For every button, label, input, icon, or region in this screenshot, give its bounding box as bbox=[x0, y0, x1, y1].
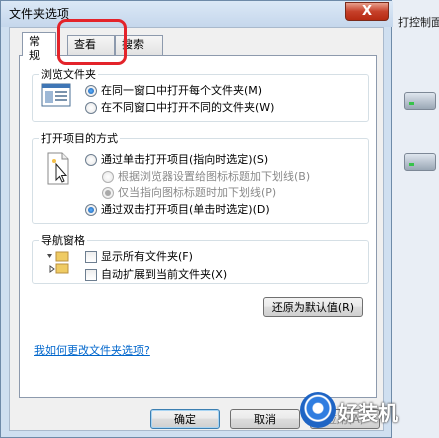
title-bar: 文件夹选项 X bbox=[1, 1, 393, 27]
checkbox-show-all-folders[interactable]: 显示所有文件夹(F) bbox=[85, 250, 193, 263]
navigation-pane-legend: 导航窗格 bbox=[41, 234, 85, 247]
radio-button[interactable] bbox=[85, 101, 97, 114]
close-button[interactable]: X bbox=[345, 2, 389, 21]
radio-same-window-label: 在同一窗口中打开每个文件夹(M) bbox=[101, 84, 263, 97]
checkbox-auto-expand[interactable]: 自动扩展到当前文件夹(X) bbox=[85, 268, 227, 281]
watermark-text: 好装机 bbox=[338, 401, 398, 425]
drive-icon bbox=[404, 153, 436, 171]
radio-single-click[interactable]: 通过单击打开项目(指向时选定)(S) bbox=[85, 153, 268, 166]
radio-different-window[interactable]: 在不同窗口中打开不同的文件夹(W) bbox=[85, 101, 274, 114]
radio-button[interactable] bbox=[85, 153, 97, 166]
restore-defaults-button[interactable]: 还原为默认值(R) bbox=[263, 297, 363, 317]
tab-search[interactable]: 搜索 bbox=[115, 35, 163, 55]
radio-button-selected[interactable] bbox=[85, 203, 97, 216]
drive-icon bbox=[404, 92, 436, 110]
tree-folder-icon bbox=[47, 250, 75, 278]
ok-button[interactable]: 确定 bbox=[150, 409, 220, 429]
background-explorer-window bbox=[392, 0, 439, 438]
radio-button-disabled[interactable] bbox=[102, 170, 114, 183]
checkbox[interactable] bbox=[85, 250, 97, 263]
radio-button-selected[interactable] bbox=[85, 84, 97, 97]
checkbox[interactable] bbox=[85, 268, 97, 281]
checkbox-show-all-folders-label: 显示所有文件夹(F) bbox=[101, 250, 193, 263]
open-items-legend: 打开项目的方式 bbox=[41, 132, 118, 145]
watermark-logo-icon bbox=[300, 392, 336, 428]
tab-view[interactable]: 查看 bbox=[67, 35, 115, 55]
radio-single-click-label: 通过单击打开项目(指向时选定)(S) bbox=[101, 153, 269, 166]
radio-button-disabled-selected[interactable] bbox=[102, 186, 114, 199]
window-title: 文件夹选项 bbox=[9, 7, 70, 21]
background-explorer-text: 打控制面 bbox=[398, 16, 439, 29]
radio-different-window-label: 在不同窗口中打开不同的文件夹(W) bbox=[101, 101, 275, 114]
radio-underline-browser-label: 根据浏览器设置给图标标题加下划线(B) bbox=[118, 170, 311, 183]
radio-underline-point[interactable]: 仅当指向图标标题时加下划线(P) bbox=[102, 186, 276, 199]
pointer-click-icon bbox=[45, 152, 71, 186]
radio-underline-browser[interactable]: 根据浏览器设置给图标标题加下划线(B) bbox=[102, 170, 310, 183]
browse-folders-legend: 浏览文件夹 bbox=[41, 68, 96, 81]
checkbox-auto-expand-label: 自动扩展到当前文件夹(X) bbox=[101, 268, 228, 281]
help-link[interactable]: 我如何更改文件夹选项? bbox=[34, 342, 150, 358]
tab-general[interactable]: 常规 bbox=[22, 32, 56, 62]
radio-underline-point-label: 仅当指向图标标题时加下划线(P) bbox=[118, 186, 277, 199]
radio-double-click[interactable]: 通过双击打开项目(单击时选定)(D) bbox=[85, 203, 270, 216]
radio-double-click-label: 通过双击打开项目(单击时选定)(D) bbox=[101, 203, 270, 216]
browse-folders-icon bbox=[41, 83, 71, 107]
radio-same-window[interactable]: 在同一窗口中打开每个文件夹(M) bbox=[85, 84, 262, 97]
cancel-button[interactable]: 取消 bbox=[230, 409, 300, 429]
